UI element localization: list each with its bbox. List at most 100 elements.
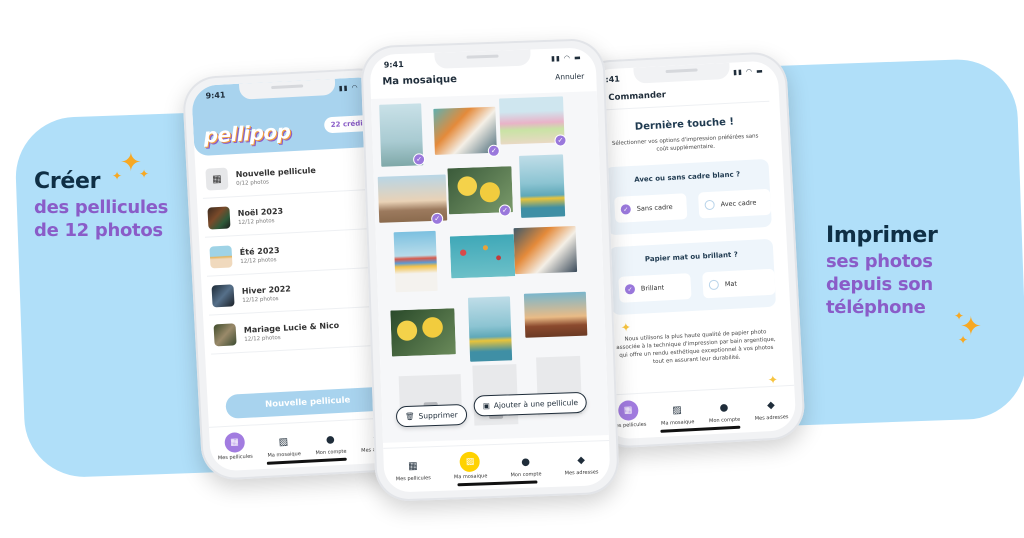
paper-question: Papier mat ou brillant ? <box>644 250 738 264</box>
option-label: Brillant <box>640 283 665 293</box>
order-title: Dernière touche ! <box>634 116 735 133</box>
tab-label: Mes adresses <box>564 469 599 477</box>
tab-label: Mes pellicules <box>217 453 253 462</box>
tab-label: Mon compte <box>315 448 347 457</box>
tab-label: Mon compte <box>708 416 741 425</box>
delete-button[interactable]: 🗑 Supprimer <box>395 403 468 428</box>
gallery-icon: ▨ <box>459 451 481 473</box>
tab-bar: ▦ Mes pellicules ▨ Ma mosaique ● Mon com… <box>383 439 611 483</box>
option-brillant[interactable]: ✓ Brillant <box>618 273 692 303</box>
check-icon: ✓ <box>487 144 501 157</box>
phone-mosaic-screen: 9:41 ▮▮ ◠ ▬ Ma mosaique Annuler ✓ ✓ ✓ ✓ … <box>360 37 620 503</box>
tab-mon-compte[interactable]: ● Mon compte <box>314 431 346 457</box>
trash-icon: 🗑 <box>404 411 415 422</box>
photo-dog-paddleboard[interactable] <box>519 154 566 218</box>
option-label: Mat <box>724 279 738 289</box>
christmas-photo-thumbnail <box>207 206 231 230</box>
tab-label: Ma mosaique <box>660 419 695 427</box>
paper-option-group: Papier mat ou brillant ? ✓ Brillant Mat <box>608 238 777 316</box>
option-mat[interactable]: Mat <box>702 268 776 299</box>
photo-desert-palms[interactable] <box>523 291 588 338</box>
tagline-line: téléphone <box>826 297 926 319</box>
check-icon: ✓ <box>412 153 426 166</box>
radio-unchecked-icon <box>708 279 720 291</box>
option-sans-cadre[interactable]: ✓ Sans cadre <box>614 193 688 223</box>
option-label: Sans cadre <box>636 202 673 213</box>
order-subtitle: Sélectionner vos options d'impression pr… <box>611 133 759 153</box>
film-item[interactable]: Mariage Lucie & Nico 12/12 photos › <box>209 308 391 355</box>
tab-mes-adresses[interactable]: ◆ Mes adresses <box>754 396 789 422</box>
tagline-line: ses photos <box>826 251 933 273</box>
tab-ma-mosaique[interactable]: ▨ Ma mosaique <box>453 451 487 480</box>
photo-dog-paddleboard[interactable] <box>467 296 513 362</box>
cancel-button[interactable]: Annuler <box>555 72 584 82</box>
tab-bar: ▦ Mes pellicules ▨ Ma mosaique ● Mon com… <box>602 384 797 430</box>
order-header-title: Commander <box>608 90 667 104</box>
mosaic-header: Ma mosaique Annuler <box>382 70 584 88</box>
add-to-film-button[interactable]: ▣ Ajouter à une pellicule <box>473 391 588 417</box>
quality-note: Nous utilisons la plus haute qualité de … <box>616 329 776 366</box>
option-avec-cadre[interactable]: Avec cadre <box>698 188 772 219</box>
check-icon: ✓ <box>498 204 512 217</box>
signal-wifi-battery-icon: ▮▮ ◠ ▬ <box>550 53 582 63</box>
delete-label: Supprimer <box>418 410 458 421</box>
status-time: 9:41 <box>383 59 404 70</box>
tab-label: Ma mosaique <box>453 473 488 481</box>
tab-label: Mes adresses <box>754 414 789 422</box>
tab-mes-pellicules[interactable]: ▦ Mes pellicules <box>395 457 431 482</box>
beach-photo-thumbnail <box>209 245 233 269</box>
frame-option-group: Avec ou sans cadre blanc ? ✓ Sans cadre … <box>604 158 772 236</box>
check-icon: ✓ <box>430 212 444 226</box>
photo-hot-air-balloons[interactable] <box>449 234 516 279</box>
tab-ma-mosaique[interactable]: ▨ Ma mosaique <box>266 433 301 459</box>
film-icon: ▦ <box>205 167 229 191</box>
tab-ma-mosaique[interactable]: ▨ Ma mosaique <box>660 401 695 427</box>
home-indicator <box>457 480 538 487</box>
films-list: ▦ Nouvelle pellicule 0/12 photos › Noël … <box>201 152 391 356</box>
film-icon: ▦ <box>617 399 639 422</box>
radio-checked-icon: ✓ <box>620 204 632 215</box>
film-icon: ▣ <box>482 401 490 411</box>
right-tagline: Imprimer ses photos depuis son téléphone <box>826 222 938 319</box>
photo-hat-and-book[interactable] <box>513 225 578 275</box>
photo-grid: ✓ ✓ ✓ ✓ ✓ <box>370 91 609 443</box>
tab-label: Mon compte <box>510 471 542 479</box>
tagline-line: des pellicules <box>34 197 169 219</box>
user-icon: ● <box>521 456 531 468</box>
home-indicator <box>660 425 741 433</box>
new-film-button[interactable]: Nouvelle pellicule <box>225 386 391 419</box>
pellipop-logo: pellipop <box>203 119 291 148</box>
user-icon: ● <box>719 401 729 414</box>
sparkle-icon: ✦ <box>620 320 632 335</box>
photo-lemons[interactable] <box>390 308 456 357</box>
photo-beach-huts[interactable] <box>393 230 438 293</box>
radio-unchecked-icon <box>704 199 715 211</box>
frame-question: Avec ou sans cadre blanc ? <box>634 170 741 184</box>
option-label: Avec cadre <box>720 198 757 209</box>
film-icon: ▦ <box>224 431 246 454</box>
add-label: Ajouter à une pellicule <box>493 398 579 410</box>
tagline-heading: Imprimer <box>826 223 938 248</box>
status-time: 9:41 <box>205 90 226 101</box>
order-header: ‹ Commander <box>596 84 770 111</box>
home-indicator <box>266 457 347 465</box>
user-icon: ● <box>325 433 335 446</box>
signal-wifi-battery-icon: ▮▮ ◠ ▬ <box>732 66 764 77</box>
tab-label: Ma mosaique <box>267 451 302 459</box>
gallery-icon: ▨ <box>278 436 289 448</box>
page-title: Ma mosaique <box>382 74 458 88</box>
tag-icon: ◆ <box>766 399 776 411</box>
tab-mes-adresses[interactable]: ◆ Mes adresses <box>564 451 599 476</box>
tab-mon-compte[interactable]: ● Mon compte <box>708 399 740 425</box>
check-icon: ✓ <box>554 134 567 147</box>
gallery-icon: ▨ <box>672 404 683 416</box>
winter-photo-thumbnail <box>211 284 235 308</box>
radio-checked-icon: ✓ <box>624 283 636 295</box>
tab-mon-compte[interactable]: ● Mon compte <box>510 453 542 479</box>
tagline-line: de 12 photos <box>34 220 163 242</box>
film-icon: ▦ <box>407 460 418 472</box>
tagline-line: depuis son <box>826 274 933 296</box>
tab-mes-pellicules[interactable]: ▦ Mes pellicules <box>217 431 253 462</box>
tab-label: Mes pellicules <box>395 475 431 483</box>
tag-icon: ◆ <box>577 454 586 466</box>
